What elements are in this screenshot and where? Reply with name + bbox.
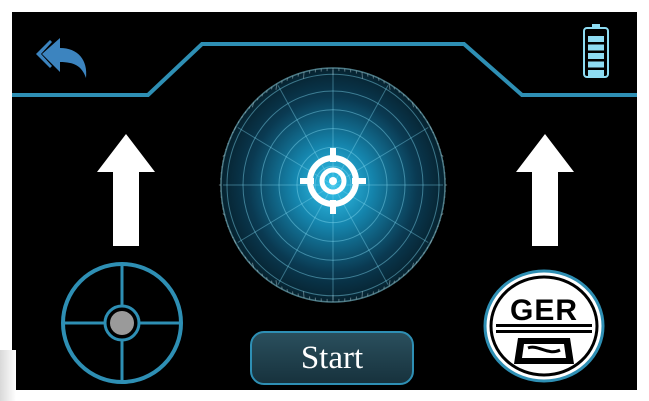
battery-bar — [588, 70, 604, 76]
crosshair-target-icon[interactable] — [298, 146, 368, 216]
back-arrow-icon — [36, 38, 87, 78]
battery-bar — [588, 44, 604, 51]
up-arrow-left-icon[interactable] — [97, 134, 155, 246]
start-button[interactable]: Start — [250, 331, 414, 385]
device-screen: GER Start — [12, 12, 637, 390]
screen-edge-shadow — [0, 350, 16, 401]
battery-icon — [583, 24, 609, 78]
joystick-icon[interactable] — [60, 261, 184, 385]
logo-text: GER — [510, 294, 578, 327]
battery-bar — [588, 61, 604, 68]
battery-bar — [588, 36, 604, 42]
back-button[interactable] — [34, 32, 94, 82]
battery-bar — [588, 53, 604, 59]
ger-logo: GER — [482, 268, 606, 384]
up-arrow-right-icon[interactable] — [516, 134, 574, 246]
